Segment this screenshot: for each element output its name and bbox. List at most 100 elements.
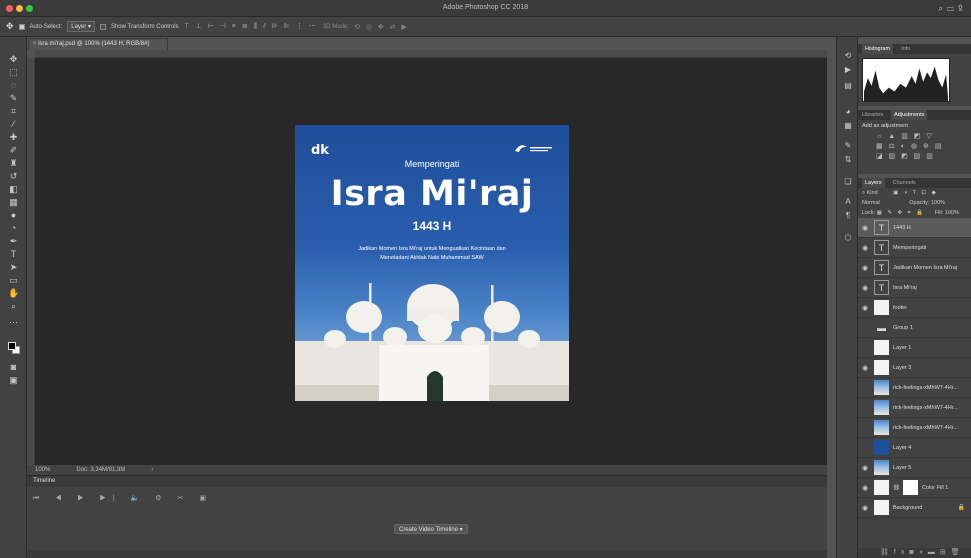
quick-select-tool-icon[interactable]: ✎ — [8, 93, 19, 103]
opacity-value[interactable]: 100% — [931, 200, 945, 206]
layer-row[interactable]: ◉ footer — [858, 298, 971, 318]
new-group-icon[interactable]: ▬ — [928, 549, 940, 556]
layer-row[interactable]: ◉ T 1443 H — [858, 218, 971, 238]
marquee-tool-icon[interactable]: ⬚ — [8, 67, 19, 77]
gradient-tool-icon[interactable]: ▦ — [8, 197, 19, 207]
layer-name[interactable]: Layer 3 — [893, 365, 911, 371]
history-panel-icon[interactable]: ⟲ — [843, 51, 853, 61]
paragraph-panel-icon[interactable]: ¶ — [843, 211, 853, 221]
move-tool-icon[interactable]: ✥ — [8, 54, 19, 64]
status-menu-icon[interactable]: › — [151, 467, 153, 473]
layer-row[interactable]: rick-feelings-xMhW7-4Hr... — [858, 418, 971, 438]
new-adjustment-icon[interactable]: ◑ — [919, 549, 928, 556]
patterns-panel-icon[interactable]: ▦ — [843, 121, 853, 131]
visibility-eye-icon[interactable]: ◉ — [858, 304, 872, 312]
layer-name[interactable]: Jadikan Momen Isra Mi'raj — [893, 265, 957, 271]
fx-icon[interactable]: fx — [894, 549, 909, 556]
layer-row[interactable]: ◉ T Jadikan Momen Isra Mi'raj — [858, 258, 971, 278]
layer-row[interactable]: rick-feelings-xMhW7-4Hr... — [858, 398, 971, 418]
layer-row[interactable]: ◉ T Memperingati — [858, 238, 971, 258]
layer-row[interactable]: ▬ Group 1 — [858, 318, 971, 338]
layer-row[interactable]: ◉ T Isra Mi'raj — [858, 278, 971, 298]
vertical-ruler[interactable] — [27, 58, 35, 465]
close-tab-icon[interactable]: × — [33, 41, 37, 47]
type-tool-icon[interactable]: T — [8, 249, 19, 259]
show-transform-checkbox[interactable] — [99, 23, 106, 30]
filter-kind-dropdown[interactable]: Kind — [867, 190, 878, 196]
quick-mask-icon[interactable]: ◙ — [8, 362, 19, 372]
layer-name[interactable]: Group 1 — [893, 325, 913, 331]
visibility-eye-icon[interactable]: ◉ — [858, 464, 872, 472]
workspace-icon[interactable]: ▭ — [947, 3, 958, 13]
blend-mode-dropdown[interactable]: Normal — [862, 200, 880, 206]
crop-tool-icon[interactable]: ⌗ — [8, 106, 19, 116]
tab-libraries[interactable]: Libraries — [862, 110, 883, 120]
align-distribute-icons[interactable]: ⊤ ⊥ ⊢ ⊣ ≡ ≣ ⫼ ⫽ ⊪ ⊫ ⋮ ⋯ — [184, 22, 318, 31]
layer-row[interactable]: ◉ ⛓ Color Fill 1 — [858, 478, 971, 498]
visibility-eye-icon[interactable]: ◉ — [858, 364, 872, 372]
visibility-eye-icon[interactable]: ◉ — [858, 504, 872, 512]
layer-name[interactable]: rick-feelings-xMhW7-4Hr... — [893, 405, 958, 411]
stamp-tool-icon[interactable]: ♜ — [8, 158, 19, 168]
dodge-tool-icon[interactable]: ◔ — [8, 223, 19, 233]
search-icon[interactable]: ⌕ — [938, 3, 947, 13]
auto-select-checkbox[interactable] — [18, 23, 25, 30]
artwork-canvas[interactable]: dk Memperingati Isra Mi'raj 1443 H Jadik… — [295, 125, 569, 401]
layer-name[interactable]: Memperingati — [893, 245, 926, 251]
adjustment-icons-row-1[interactable]: ☼ ▲ ▥ ◩ ▽ — [858, 132, 971, 142]
tab-channels[interactable]: Channels — [893, 178, 916, 188]
lock-icons[interactable]: ▦ ✎ ✥ ⌗ 🔒 — [877, 210, 925, 216]
pen-tool-icon[interactable]: ✒ — [8, 236, 19, 246]
link-layers-icon[interactable]: ⛓ — [880, 549, 894, 556]
visibility-eye-icon[interactable]: ◉ — [858, 244, 872, 252]
shape-tool-icon[interactable]: ▭ — [8, 275, 19, 285]
zoom-level[interactable]: 100% — [35, 467, 50, 473]
layer-mask-thumbnail[interactable] — [902, 480, 918, 495]
foreground-color-swatch[interactable] — [8, 342, 16, 350]
move-tool-icon[interactable]: ✥ — [6, 21, 14, 32]
adjustment-icons-row-3[interactable]: ◪ ▨ ◩ ▧ ▥ — [858, 152, 971, 162]
auto-select-dropdown[interactable]: Layer ▾ — [67, 21, 95, 32]
visibility-eye-icon[interactable]: ◉ — [858, 224, 872, 232]
layer-row[interactable]: ◉ Layer 5 — [858, 458, 971, 478]
tab-layers[interactable]: Layers — [862, 178, 885, 188]
layer-row[interactable]: Layer 1 — [858, 338, 971, 358]
character-panel-icon[interactable]: A — [843, 197, 853, 207]
share-icon[interactable]: ⇪ — [958, 3, 967, 13]
lasso-tool-icon[interactable]: ◌ — [8, 80, 19, 90]
eyedropper-tool-icon[interactable]: ⁄ — [8, 119, 19, 129]
layer-row[interactable]: ◉ Background 🔒 — [858, 498, 971, 518]
eraser-tool-icon[interactable]: ◧ — [8, 184, 19, 194]
visibility-eye-icon[interactable]: ◉ — [858, 264, 872, 272]
layer-row[interactable]: ◉ Layer 3 — [858, 358, 971, 378]
filter-type-icons[interactable]: ▣ ◑ T ⊡ ◆ — [893, 190, 938, 196]
zoom-tool-icon[interactable]: ⌕ — [8, 301, 19, 311]
layer-name[interactable]: Layer 1 — [893, 345, 911, 351]
layer-name[interactable]: Layer 4 — [893, 445, 911, 451]
visibility-eye-icon[interactable]: ◉ — [858, 484, 872, 492]
screen-mode-icon[interactable]: ▣ — [8, 375, 19, 385]
3d-mode-icons[interactable]: ⟲ ◎ ✥ ⇄ ▶ — [354, 23, 409, 31]
timeline-scrollbar[interactable] — [27, 550, 827, 558]
timeline-playback-controls[interactable]: ⏮ ◀ ▶ ▶| 🔈 ⚙ ✂ ▣ — [33, 494, 213, 503]
layer-name[interactable]: Background — [893, 505, 922, 511]
brushes-panel-icon[interactable]: ✎ — [843, 141, 853, 151]
canvas-area[interactable]: dk Memperingati Isra Mi'raj 1443 H Jadik… — [35, 58, 827, 465]
hand-tool-icon[interactable]: ✋ — [8, 288, 19, 298]
adjust-panel-icon[interactable]: ⇅ — [843, 155, 853, 165]
properties-panel-icon[interactable]: ▤ — [843, 81, 853, 91]
tab-histogram[interactable]: Histogram — [862, 44, 894, 54]
visibility-eye-icon[interactable]: ◉ — [858, 284, 872, 292]
more-tools-icon[interactable]: ⋯ — [8, 317, 19, 327]
layer-name[interactable]: Layer 5 — [893, 465, 911, 471]
lock-icon[interactable]: 🔒 — [958, 504, 965, 511]
play-action-icon[interactable]: ▶ — [843, 65, 853, 75]
document-info[interactable]: Doc: 3,34M/81,9M — [76, 467, 125, 473]
horizontal-ruler[interactable] — [35, 50, 827, 58]
blur-tool-icon[interactable]: ● — [8, 210, 19, 220]
fill-value[interactable]: 100% — [945, 210, 959, 216]
create-video-timeline-button[interactable]: Create Video Timeline ▾ — [394, 524, 468, 534]
add-mask-icon[interactable]: ◙ — [909, 549, 918, 556]
layer-row[interactable]: Layer 4 — [858, 438, 971, 458]
healing-tool-icon[interactable]: ✚ — [8, 132, 19, 142]
